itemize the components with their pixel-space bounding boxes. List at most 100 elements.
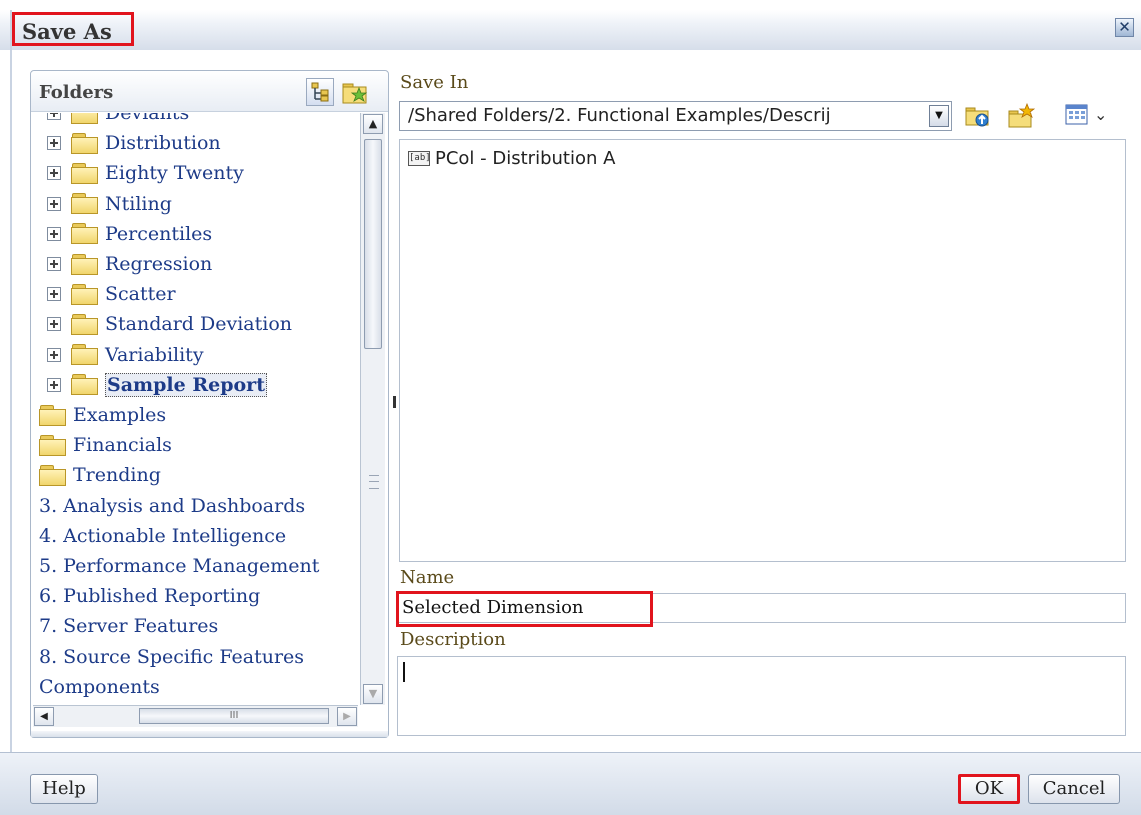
tree-row[interactable]: 3. Analysis and Dashboards <box>39 492 305 520</box>
tree-row[interactable]: Components <box>39 673 160 701</box>
folder-icon <box>71 113 99 124</box>
dialog-footer: Help OK Cancel <box>0 752 1141 815</box>
folder-horizontal-scrollbar[interactable]: ◀ III ▶ <box>33 705 358 727</box>
tree-row-label: Distribution <box>105 132 221 155</box>
tree-row-label: 8. Source Specific Features <box>39 645 305 668</box>
folders-panel: Folders Deviants Distribution Eighty Twent… <box>30 70 389 738</box>
tree-row-label: 4. Actionable Intelligence <box>39 524 287 547</box>
tree-row-label: Regression <box>105 253 213 275</box>
close-icon[interactable]: ✕ <box>1115 18 1134 37</box>
folders-title: Folders <box>39 82 114 103</box>
save-in-label: Save In <box>400 72 469 93</box>
folder-icon <box>71 253 99 275</box>
folder-icon <box>71 162 99 184</box>
scroll-grip-icon <box>369 475 379 489</box>
tree-row-label: Components <box>39 675 160 698</box>
folder-icon <box>39 404 67 426</box>
scroll-down-arrow-icon[interactable]: ▼ <box>363 684 383 704</box>
dialog-left-border <box>10 10 12 814</box>
folder-icon <box>71 374 99 396</box>
tree-row-label: 3. Analysis and Dashboards <box>39 494 306 517</box>
tree-row[interactable]: Deviants <box>47 113 189 127</box>
tree-row[interactable]: Standard Deviation <box>47 310 292 338</box>
tree-row-label: Trending <box>73 464 161 487</box>
vertical-scroll-thumb[interactable] <box>364 139 382 349</box>
tree-row[interactable]: Percentiles <box>47 220 212 248</box>
panel-bottom-resize <box>31 731 388 737</box>
expand-plus-icon[interactable] <box>47 166 61 181</box>
tree-row[interactable]: Scatter <box>47 280 176 308</box>
tree-row-label: 5. Performance Management <box>39 555 320 577</box>
tree-row[interactable]: Distribution <box>47 129 221 157</box>
tree-row[interactable]: Eighty Twenty <box>47 159 244 187</box>
tree-row-label: 6. Published Reporting <box>39 585 261 608</box>
help-button[interactable]: Help <box>30 774 98 804</box>
ok-button[interactable]: OK <box>958 774 1020 804</box>
favorites-folder-icon[interactable] <box>341 78 369 106</box>
tree-row[interactable]: Examples <box>39 401 166 429</box>
name-label: Name <box>400 567 455 588</box>
view-options-chevron-down-icon[interactable]: ⌄ <box>1094 104 1107 126</box>
expand-plus-icon[interactable] <box>47 257 61 271</box>
expand-plus-icon[interactable] <box>47 196 61 211</box>
folder-tree-view-icon[interactable] <box>306 78 334 106</box>
tree-row[interactable]: 7. Server Features <box>39 612 218 640</box>
save-in-path-value: /Shared Folders/2. Functional Examples/D… <box>408 105 831 126</box>
folder-icon <box>39 434 67 456</box>
tree-row[interactable]: 4. Actionable Intelligence <box>39 522 286 550</box>
view-options-icon[interactable] <box>1065 103 1091 129</box>
tree-row[interactable]: Variability <box>47 341 204 369</box>
folder-icon <box>71 344 99 366</box>
panel-splitter[interactable] <box>390 378 398 426</box>
expand-plus-icon[interactable] <box>47 136 61 151</box>
file-list-item[interactable]: [ab] PCol - Distribution A <box>408 148 615 169</box>
scroll-right-arrow-icon[interactable]: ▶ <box>337 707 357 726</box>
folder-icon <box>71 283 99 305</box>
folder-icon <box>71 223 99 245</box>
save-as-dialog: Save As ✕ Folders Deviants Distribution … <box>0 0 1141 815</box>
tree-row[interactable]: 6. Published Reporting <box>39 582 260 610</box>
tree-row[interactable]: 5. Performance Management <box>39 552 319 580</box>
tree-row[interactable]: Regression <box>47 250 212 278</box>
tree-row[interactable]: Ntiling <box>47 190 172 218</box>
tree-row[interactable]: Trending <box>39 461 161 489</box>
text-caret <box>403 662 405 682</box>
tree-row-label: Ntiling <box>105 192 172 215</box>
tree-row-label: 7. Server Features <box>39 615 219 638</box>
expand-plus-icon[interactable] <box>47 317 61 332</box>
description-label: Description <box>400 629 506 650</box>
folder-up-icon[interactable] <box>964 103 990 129</box>
tree-row[interactable]: 8. Source Specific Features <box>39 643 304 671</box>
name-highlight-box <box>396 591 653 627</box>
title-bar[interactable] <box>0 10 1141 50</box>
analysis-column-icon: [ab] <box>408 151 431 166</box>
title-highlight-box <box>12 12 134 46</box>
dropdown-arrow-icon[interactable]: ▼ <box>929 105 949 127</box>
cancel-button[interactable]: Cancel <box>1028 774 1120 804</box>
folder-icon <box>71 193 99 215</box>
expand-plus-icon[interactable] <box>47 226 61 241</box>
expand-plus-icon[interactable] <box>47 377 61 392</box>
expand-plus-icon[interactable] <box>47 347 61 362</box>
horizontal-scroll-thumb[interactable]: III <box>139 708 329 724</box>
save-in-path-select[interactable]: /Shared Folders/2. Functional Examples/D… <box>399 101 952 131</box>
expand-plus-icon[interactable] <box>47 287 61 302</box>
folder-tree: Deviants Distribution Eighty Twenty Ntiling… <box>39 113 357 705</box>
tree-row-label: Percentiles <box>105 222 213 245</box>
folder-icon <box>39 464 67 486</box>
folder-icon <box>71 313 99 335</box>
scroll-up-arrow-icon[interactable]: ▲ <box>363 114 383 134</box>
tree-row-label: Eighty Twenty <box>105 162 244 185</box>
description-field[interactable] <box>397 656 1126 736</box>
tree-row-label: Examples <box>73 404 167 426</box>
scroll-left-arrow-icon[interactable]: ◀ <box>34 707 54 726</box>
file-item-label: PCol - Distribution A <box>435 148 616 169</box>
tree-row[interactable]: Sample Report <box>47 371 267 399</box>
folder-vertical-scrollbar[interactable]: ▲ ▼ <box>360 113 385 705</box>
new-folder-icon[interactable] <box>1007 102 1036 129</box>
expand-plus-icon[interactable] <box>47 113 61 120</box>
file-list: [ab] PCol - Distribution A <box>399 139 1126 562</box>
folders-header: Folders <box>31 71 388 112</box>
tree-row[interactable]: Financials <box>39 431 172 459</box>
folder-icon <box>71 132 99 154</box>
